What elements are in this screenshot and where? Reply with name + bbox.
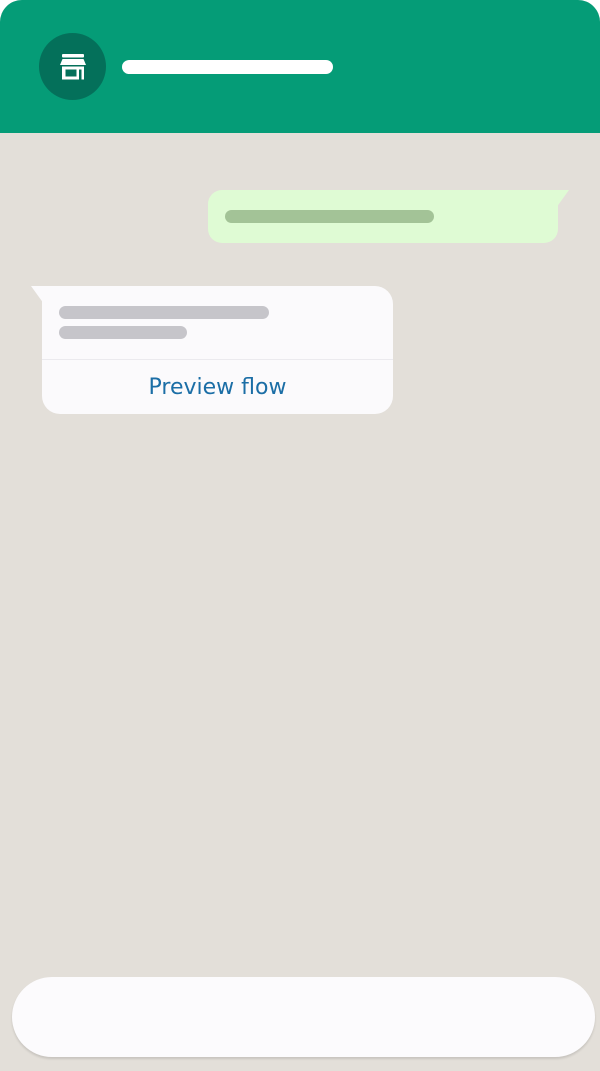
sent-bubble-tail <box>556 190 569 208</box>
sent-message-bubble <box>208 190 558 243</box>
chat-header <box>0 0 600 133</box>
preview-flow-button[interactable]: Preview flow <box>42 360 393 414</box>
received-message-text-placeholder <box>59 306 269 319</box>
business-avatar[interactable] <box>39 33 106 100</box>
received-message-text-placeholder <box>59 326 187 339</box>
storefront-icon <box>59 53 86 79</box>
chat-screen: Preview flow <box>0 0 600 1071</box>
contact-name-placeholder <box>122 60 333 74</box>
received-message-bubble: Preview flow <box>42 286 393 414</box>
sent-message-text-placeholder <box>225 210 434 223</box>
message-input-bar[interactable] <box>12 977 595 1057</box>
received-bubble-tail <box>31 286 44 304</box>
